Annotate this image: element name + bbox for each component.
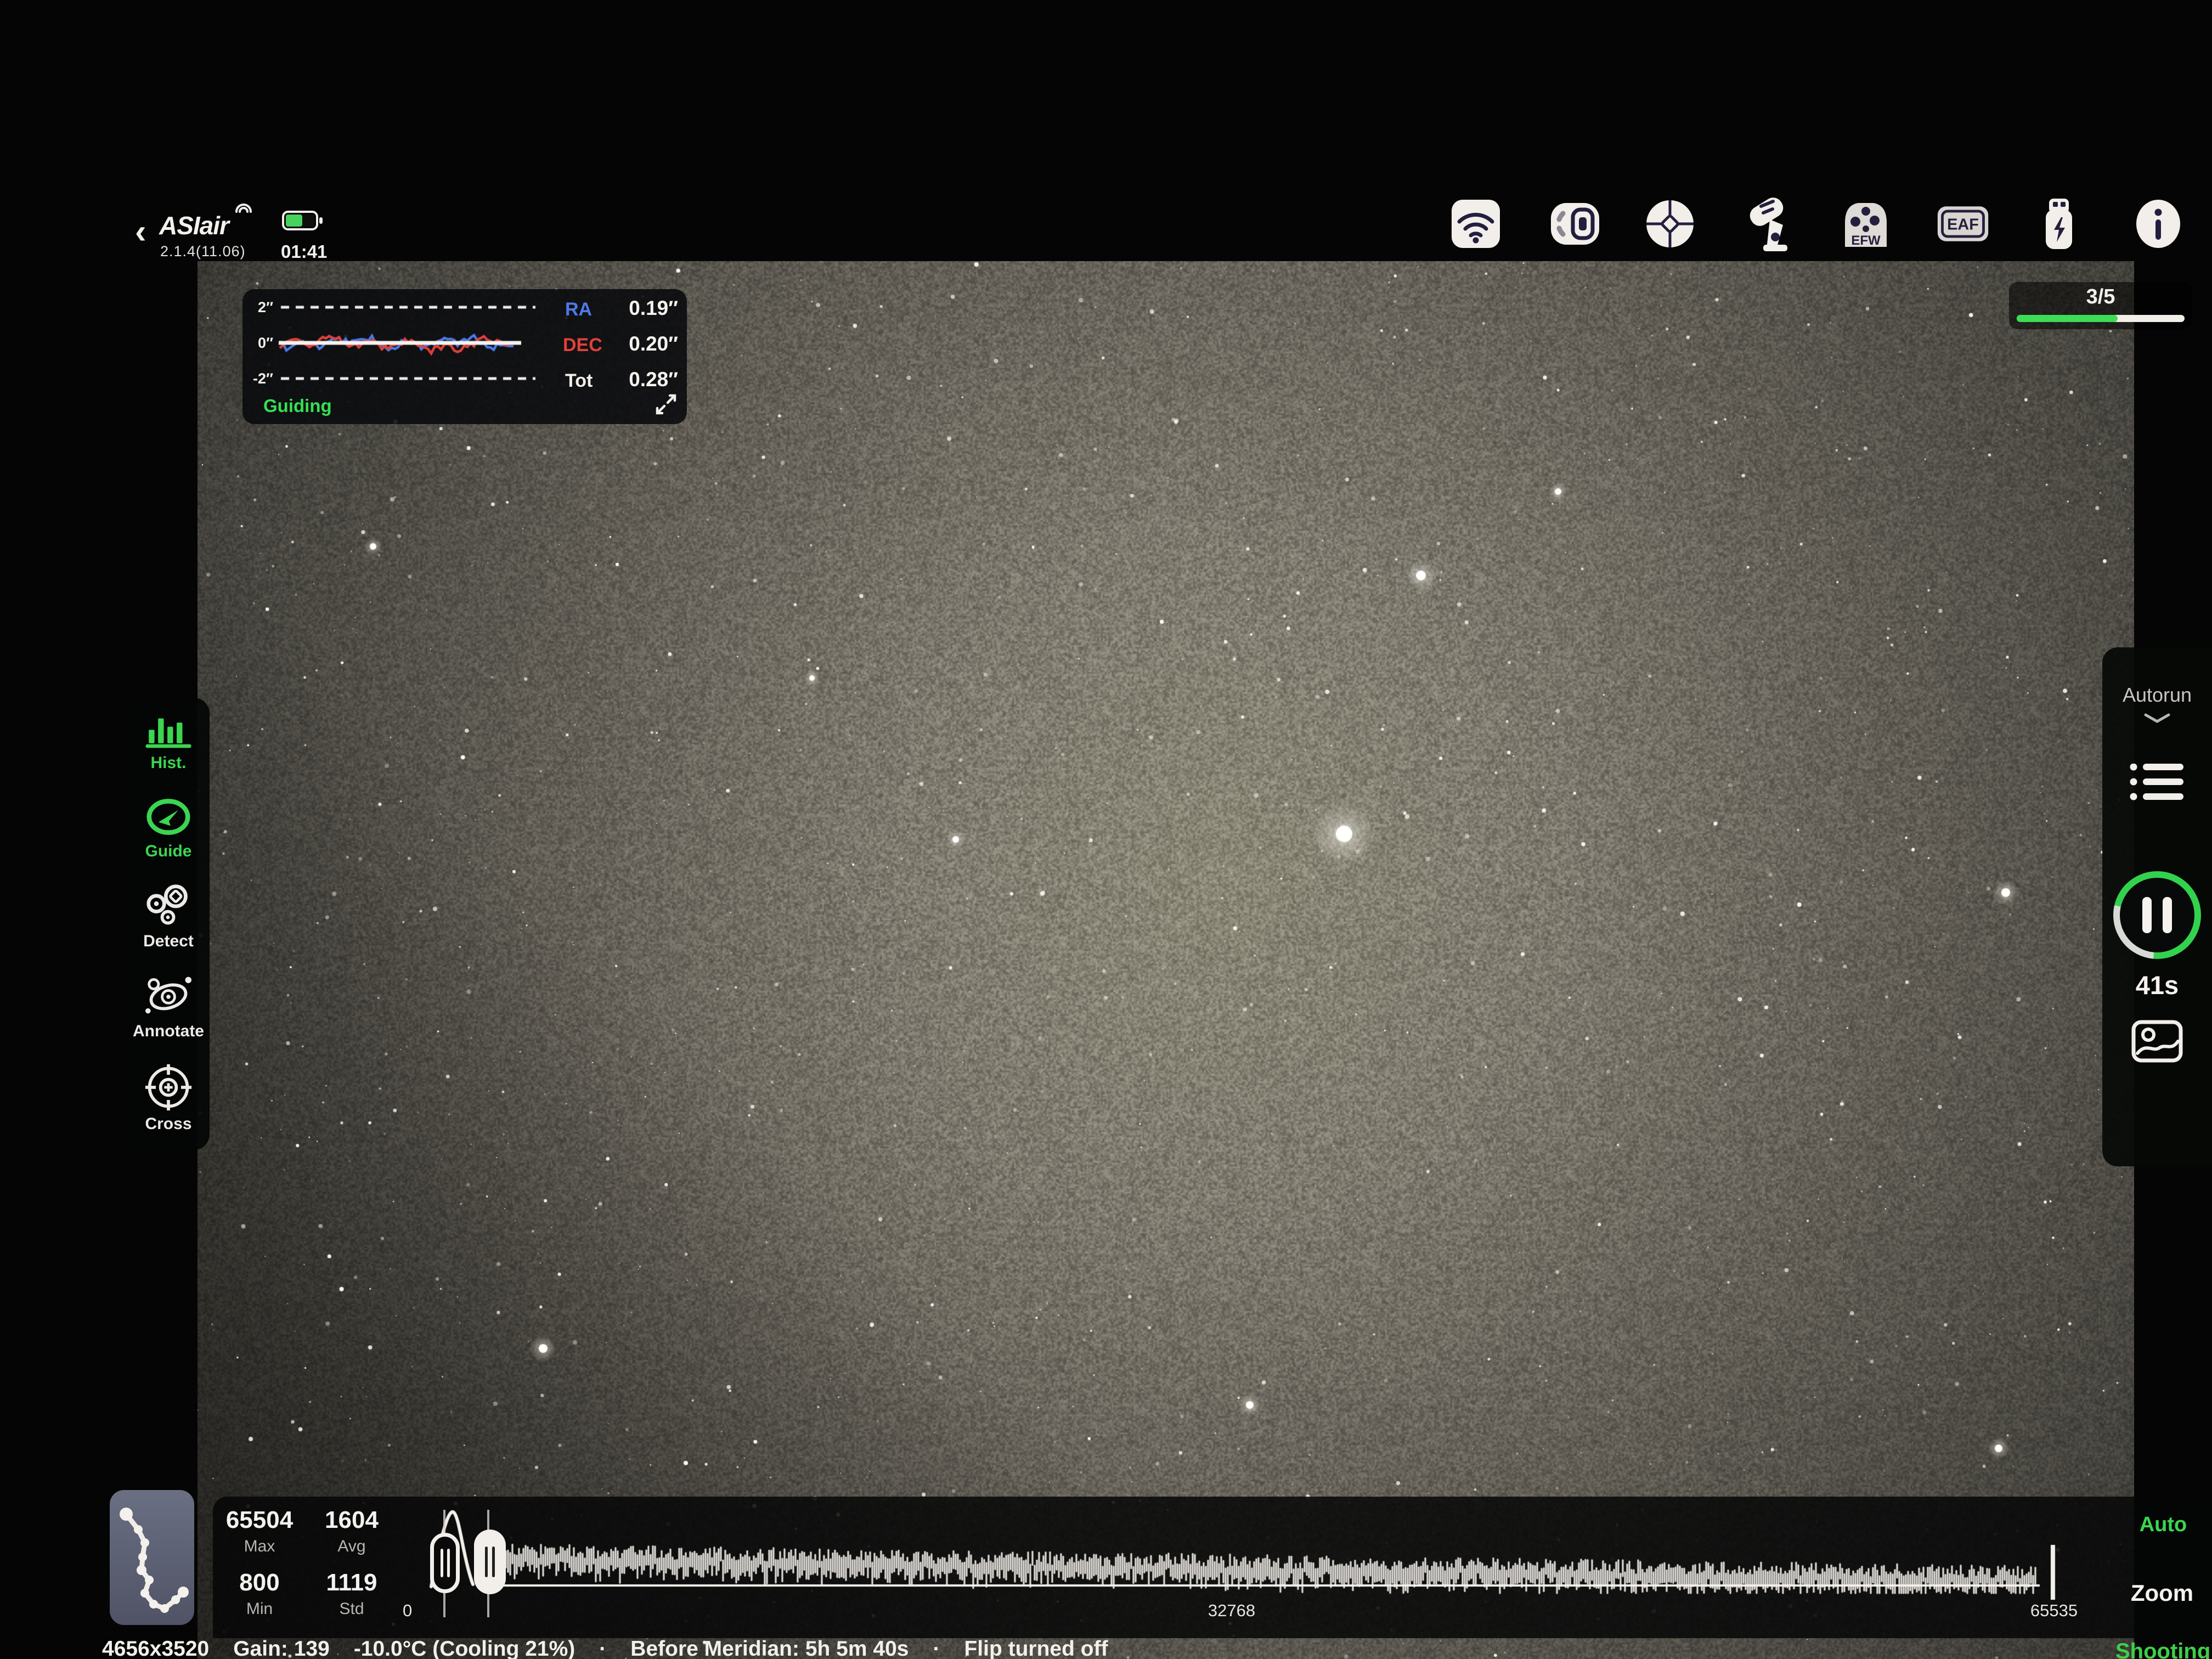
auto-stretch-button[interactable]: Auto <box>2122 1513 2204 1537</box>
expand-icon[interactable] <box>655 393 677 415</box>
pause-icon <box>2120 878 2194 952</box>
status-meridian: Before Meridian: 5h 5m 40s <box>630 1637 909 1659</box>
stat-std-label: Std <box>339 1600 364 1618</box>
tool-annotate[interactable]: Annotate <box>133 973 204 1041</box>
constellation-icon <box>120 1508 189 1613</box>
focuser-button[interactable]: EAF <box>1936 196 1990 251</box>
tot-label: Tot <box>565 370 593 391</box>
guiding-status: Guiding <box>263 396 332 416</box>
power-button[interactable] <box>2032 196 2086 251</box>
image-preview[interactable] <box>198 261 2134 1659</box>
status-temperature: -10.0°C (Cooling 21%) <box>353 1637 575 1659</box>
status-text-row: 4656x3520 Gain: 139 -10.0°C (Cooling 21%… <box>102 1637 1108 1659</box>
axis-tick-max: 65535 <box>2030 1601 2078 1620</box>
tool-label: Detect <box>143 932 194 950</box>
efw-label: EFW <box>1851 233 1881 248</box>
wifi-button[interactable] <box>1448 196 1503 251</box>
ra-value: 0.19″ <box>629 297 678 319</box>
status-flip: Flip turned off <box>964 1637 1108 1659</box>
chevron-down-icon[interactable] <box>2144 713 2170 724</box>
shooting-state: Shooting <box>2115 1639 2211 1659</box>
filter-wheel-button[interactable]: EFW <box>1838 196 1893 251</box>
tool-label: Cross <box>145 1114 192 1133</box>
clock: 01:41 <box>281 241 328 262</box>
zoom-button[interactable]: Zoom <box>2121 1580 2203 1606</box>
main-camera-button[interactable] <box>1549 196 1604 251</box>
status-bar: 4656x3520 Gain: 139 -10.0°C (Cooling 21%… <box>0 1637 2212 1659</box>
black-point-slider[interactable] <box>430 1533 460 1593</box>
stat-min-value: 800 <box>239 1569 280 1596</box>
app-version: 2.1.4(11.06) <box>160 243 246 259</box>
axis-tick-0: 0 <box>403 1601 413 1620</box>
status-gain: Gain: 139 <box>233 1637 330 1659</box>
guide-y-label: 2″ <box>258 299 273 315</box>
tool-guide[interactable]: Guide <box>143 795 194 861</box>
stat-min-label: Min <box>246 1600 273 1618</box>
starfield-image[interactable] <box>198 261 2134 1659</box>
tool-detect[interactable]: Detect <box>143 883 194 951</box>
guide-y-label: -2″ <box>253 370 273 387</box>
status-resolution: 4656x3520 <box>102 1637 210 1659</box>
mount-telescope-icon <box>1750 198 1787 251</box>
annotate-galaxy-icon <box>145 977 191 1014</box>
efw-icon: EFW <box>1845 203 1887 248</box>
tool-label: Guide <box>145 842 192 860</box>
camera-icon <box>1551 203 1599 245</box>
guiding-graph <box>276 295 562 393</box>
ra-label: RA <box>565 299 592 320</box>
tool-label: Annotate <box>133 1022 204 1041</box>
back-chevron-icon[interactable]: ‹ <box>135 215 146 249</box>
histogram-bar: 65504 Max 1604 Avg 800 Min 1119 Std 0 32… <box>213 1497 2212 1638</box>
sequence-list-icon[interactable] <box>2130 764 2185 801</box>
guide-crosshair-icon <box>1646 200 1694 247</box>
right-panel: Autorun 41s <box>2102 647 2212 1166</box>
sequence-count: 3/5 <box>2086 285 2115 308</box>
power-usb-icon <box>2046 199 2072 249</box>
mode-selector[interactable]: Autorun <box>2102 684 2212 707</box>
guide-icon <box>146 798 190 835</box>
app-logo: ASIair <box>159 211 229 240</box>
dec-value: 0.20″ <box>629 332 678 355</box>
left-toolbar: Hist. Guide Detect Annotate Cross <box>127 698 210 1150</box>
detect-stars-icon <box>146 884 188 925</box>
guide-y-label: 0″ <box>258 335 273 351</box>
asiair-app: ‹ ASIair 2.1.4(11.06) 01:41 EFW EAF 2″ 0… <box>0 0 2212 1659</box>
mount-button[interactable] <box>1742 196 1797 251</box>
sequence-progress-fill <box>2017 315 2118 322</box>
white-point-slider[interactable] <box>474 1530 506 1594</box>
eaf-icon: EAF <box>1937 206 1989 241</box>
logo-wifi-arcs-icon <box>235 204 252 213</box>
crosshair-icon <box>145 1064 192 1110</box>
status-separator: · <box>933 1637 940 1659</box>
info-icon <box>2136 200 2180 248</box>
sequence-progress-track <box>2017 315 2185 322</box>
pause-exposure-button[interactable] <box>2113 871 2201 959</box>
axis-tick-mid: 32768 <box>1207 1601 1256 1620</box>
stat-std-value: 1119 <box>326 1569 377 1596</box>
sky-atlas-thumbnail[interactable] <box>110 1490 194 1625</box>
status-separator: · <box>599 1637 607 1659</box>
gallery-icon[interactable] <box>2131 1019 2183 1063</box>
wifi-icon <box>1452 200 1500 248</box>
guide-scope-button[interactable] <box>1643 196 1697 251</box>
battery-icon <box>282 211 323 230</box>
histogram-icon <box>145 718 191 748</box>
tool-crosshair[interactable]: Cross <box>144 1063 193 1133</box>
sequence-progress: 3/5 <box>2009 282 2192 329</box>
stat-avg-label: Avg <box>337 1537 366 1555</box>
info-button[interactable] <box>2131 196 2186 251</box>
tool-histogram[interactable]: Hist. <box>145 714 191 772</box>
tot-value: 0.28″ <box>629 368 678 391</box>
tool-label: Hist. <box>150 754 187 772</box>
guiding-panel[interactable]: 2″ 0″ -2″ RA 0.19″ DEC 0.20″ Tot 0.28″ G… <box>242 289 687 424</box>
exposure-countdown: 41s <box>2135 970 2179 1000</box>
stat-max-value: 65504 <box>225 1506 294 1533</box>
stat-max-label: Max <box>244 1537 275 1555</box>
stat-avg-value: 1604 <box>325 1506 379 1533</box>
eaf-label: EAF <box>1947 216 1979 234</box>
